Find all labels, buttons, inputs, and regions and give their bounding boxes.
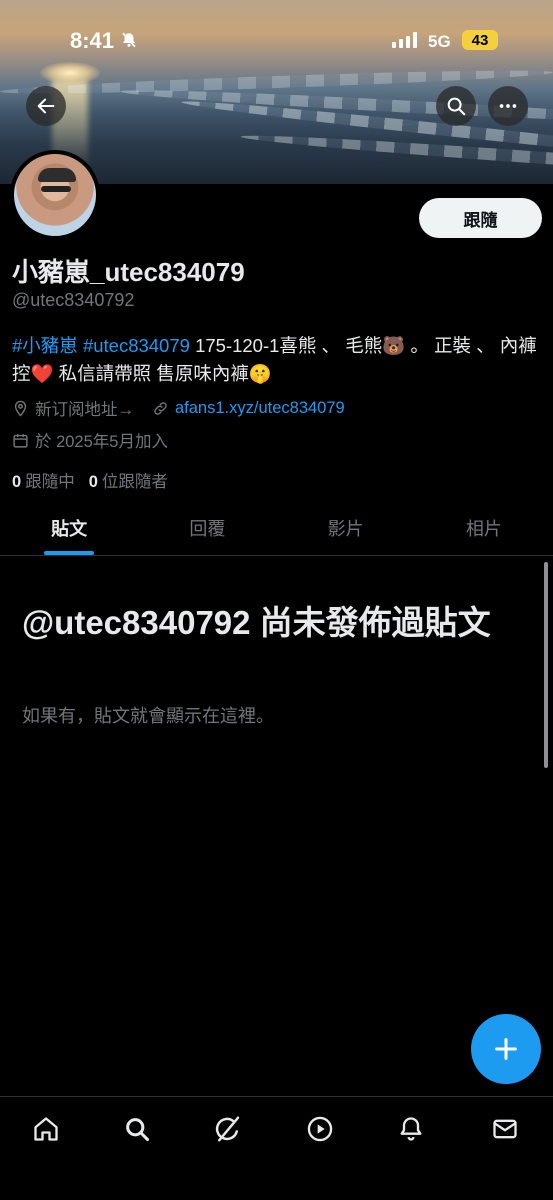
- followers-stat[interactable]: 0 位跟隨者: [89, 468, 168, 492]
- following-count: 0: [12, 473, 22, 491]
- back-button[interactable]: [26, 86, 66, 126]
- nav-grok[interactable]: [208, 1109, 248, 1149]
- bottom-navigation: [0, 1096, 553, 1200]
- tab-photos[interactable]: 相片: [415, 500, 553, 555]
- avatar[interactable]: [10, 150, 100, 240]
- play-icon: [307, 1116, 333, 1142]
- network-type: 5G: [428, 32, 451, 51]
- scrollbar[interactable]: [544, 562, 548, 768]
- mail-icon: [493, 1119, 517, 1139]
- home-icon: [34, 1117, 58, 1141]
- display-name: 小豬崽_utec834079: [12, 257, 245, 287]
- location-text: 新订阅地址→: [35, 401, 134, 419]
- followers-count: 0: [88, 473, 98, 491]
- cellular-signal-icon: [392, 32, 417, 48]
- bio: #小豬崽 #utec834079 175-120-1喜熊 、 毛熊🐻 。 正裝 …: [12, 332, 542, 388]
- nav-explore[interactable]: [117, 1109, 157, 1149]
- website-link[interactable]: afans1.xyz/utec834079: [175, 399, 345, 418]
- nav-home[interactable]: [26, 1109, 66, 1149]
- more-options-button[interactable]: [488, 86, 528, 126]
- follow-button[interactable]: 跟隨: [419, 198, 542, 238]
- plus-icon: [495, 1038, 517, 1060]
- more-horizontal-icon: [499, 104, 517, 108]
- following-label: 跟隨中: [25, 473, 75, 491]
- nav-notifications[interactable]: [391, 1109, 431, 1149]
- empty-state-title: @utec8340792 尚未發佈過貼文: [22, 604, 491, 641]
- arrow-left-icon: [37, 98, 55, 114]
- tab-replies[interactable]: 回覆: [138, 500, 276, 555]
- followers-label: 位跟隨者: [101, 473, 168, 491]
- follow-stats: 0 跟隨中 0 位跟隨者: [12, 468, 168, 492]
- search-icon: [447, 97, 466, 116]
- battery-indicator: 43: [462, 30, 498, 50]
- hashtag-link[interactable]: #小豬崽: [12, 335, 78, 356]
- tab-videos[interactable]: 影片: [277, 500, 415, 555]
- avatar-glasses: [41, 186, 71, 192]
- link-icon: [152, 400, 169, 417]
- nav-messages[interactable]: [485, 1109, 525, 1149]
- profile-tabs: 貼文 回覆 影片 相片: [0, 500, 553, 556]
- hashtag-link[interactable]: #utec834079: [83, 335, 190, 356]
- grok-icon: [215, 1116, 240, 1142]
- profile-meta-row: 新订阅地址→ afans1.xyz/utec834079: [12, 396, 345, 420]
- status-bar: 8:41 5G 43: [0, 0, 553, 70]
- empty-state-subtitle: 如果有，貼文就會顯示在這裡。: [22, 706, 274, 726]
- search-button[interactable]: [436, 86, 476, 126]
- compose-button[interactable]: [471, 1014, 541, 1084]
- silent-mode-icon: [120, 31, 138, 54]
- tab-posts[interactable]: 貼文: [0, 500, 138, 555]
- joined-date: 於 2025年5月加入: [35, 433, 168, 451]
- nav-video[interactable]: [300, 1109, 340, 1149]
- avatar-cap: [38, 168, 76, 182]
- following-stat[interactable]: 0 跟隨中: [12, 468, 75, 492]
- joined-row: 於 2025年5月加入: [12, 428, 168, 452]
- search-icon: [126, 1118, 150, 1142]
- bell-icon: [400, 1117, 422, 1141]
- calendar-icon: [12, 432, 29, 449]
- location-pin-icon: [12, 400, 29, 417]
- user-handle: @utec8340792: [12, 290, 135, 310]
- status-time: 8:41: [70, 28, 115, 53]
